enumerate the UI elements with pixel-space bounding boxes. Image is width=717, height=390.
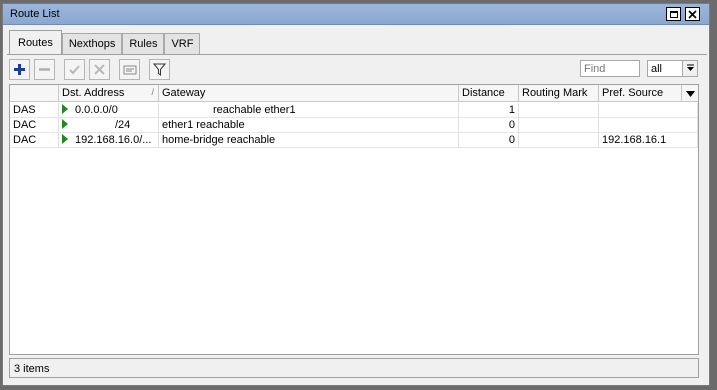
comment-icon xyxy=(123,65,136,74)
column-header-distance[interactable]: Distance xyxy=(459,85,519,102)
row-gateway: reachable ether1 xyxy=(159,103,459,118)
row-gateway: ether1 reachable xyxy=(159,118,459,133)
x-icon xyxy=(94,64,105,75)
row-flags: DAS xyxy=(10,103,59,118)
table-row[interactable]: DAS 0.0.0.0/0 reachable ether1 1 xyxy=(10,103,698,118)
close-button[interactable] xyxy=(685,7,700,21)
filter-select-value: all xyxy=(651,63,663,75)
close-icon xyxy=(688,9,697,19)
row-distance: 1 xyxy=(459,103,519,118)
table-row[interactable]: DAC 192.168.16.0/... home-bridge reachab… xyxy=(10,133,698,148)
filter-button[interactable] xyxy=(149,59,170,80)
column-header-dst-address[interactable]: Dst. Address / xyxy=(59,85,159,102)
filter-icon xyxy=(153,63,166,76)
table-header: Dst. Address / Gateway Distance Routing … xyxy=(10,85,698,102)
tab-vrf[interactable]: VRF xyxy=(164,33,201,54)
row-dst-address: 192.168.16.0/... xyxy=(59,133,159,148)
title-bar[interactable]: Route List xyxy=(3,4,709,25)
minus-icon xyxy=(39,68,50,71)
maximize-icon xyxy=(669,10,678,18)
tab-divider xyxy=(7,54,707,55)
plus-icon xyxy=(14,64,25,75)
chevron-down-icon xyxy=(686,64,694,71)
status-bar: 3 items xyxy=(9,358,699,378)
active-route-icon xyxy=(62,134,68,144)
column-header-gateway[interactable]: Gateway xyxy=(159,85,459,102)
active-route-icon xyxy=(62,119,68,129)
row-dst-address: 0.0.0.0/0 xyxy=(59,103,159,118)
comment-button[interactable] xyxy=(119,59,140,80)
tab-nexthops[interactable]: Nexthops xyxy=(61,33,123,54)
tab-routes[interactable]: Routes xyxy=(9,30,62,54)
row-distance: 0 xyxy=(459,133,519,148)
row-dst-address-text: 0.0.0.0/0 xyxy=(75,104,118,116)
row-dst-address-text: 192.168.16.0/... xyxy=(75,134,152,146)
row-routing-mark xyxy=(519,103,599,118)
column-header-dst-address-label: Dst. Address xyxy=(62,87,125,99)
row-dst-address-text: /24 xyxy=(115,119,131,131)
row-flags: DAC xyxy=(10,133,59,148)
row-routing-mark xyxy=(519,118,599,133)
row-distance: 0 xyxy=(459,118,519,133)
column-header-flags[interactable] xyxy=(10,85,59,102)
row-pref-source: 192.168.16.1 xyxy=(599,133,698,148)
route-list-window: Route List Routes Nexthops Rules VRF Fin… xyxy=(2,3,710,386)
disable-button[interactable] xyxy=(89,59,110,80)
column-header-routing-mark[interactable]: Routing Mark xyxy=(519,85,599,102)
tab-bar: Routes Nexthops Rules VRF xyxy=(9,30,201,54)
find-input[interactable] xyxy=(580,60,640,77)
row-routing-mark xyxy=(519,133,599,148)
row-pref-source xyxy=(599,103,698,118)
row-gateway: home-bridge reachable xyxy=(159,133,459,148)
dropdown-arrow-icon[interactable] xyxy=(682,61,697,76)
routes-table: Dst. Address / Gateway Distance Routing … xyxy=(9,84,699,355)
item-count: 3 items xyxy=(14,363,50,375)
check-icon xyxy=(69,65,80,75)
add-button[interactable] xyxy=(9,59,30,80)
enable-button[interactable] xyxy=(64,59,85,80)
maximize-button[interactable] xyxy=(666,7,681,21)
window-title: Route List xyxy=(10,8,60,20)
column-header-pref-source[interactable]: Pref. Source xyxy=(599,85,682,102)
chevron-down-icon xyxy=(685,90,695,97)
row-flags: DAC xyxy=(10,118,59,133)
table-row[interactable]: DAC /24 ether1 reachable 0 xyxy=(10,118,698,133)
tab-rules[interactable]: Rules xyxy=(122,33,165,54)
filter-select[interactable]: all xyxy=(647,60,698,77)
column-menu-icon[interactable] xyxy=(682,85,698,102)
row-pref-source xyxy=(599,118,698,133)
remove-button[interactable] xyxy=(34,59,55,80)
active-route-icon xyxy=(62,104,68,114)
row-dst-address: /24 xyxy=(59,118,159,133)
sort-icon: / xyxy=(151,87,154,97)
